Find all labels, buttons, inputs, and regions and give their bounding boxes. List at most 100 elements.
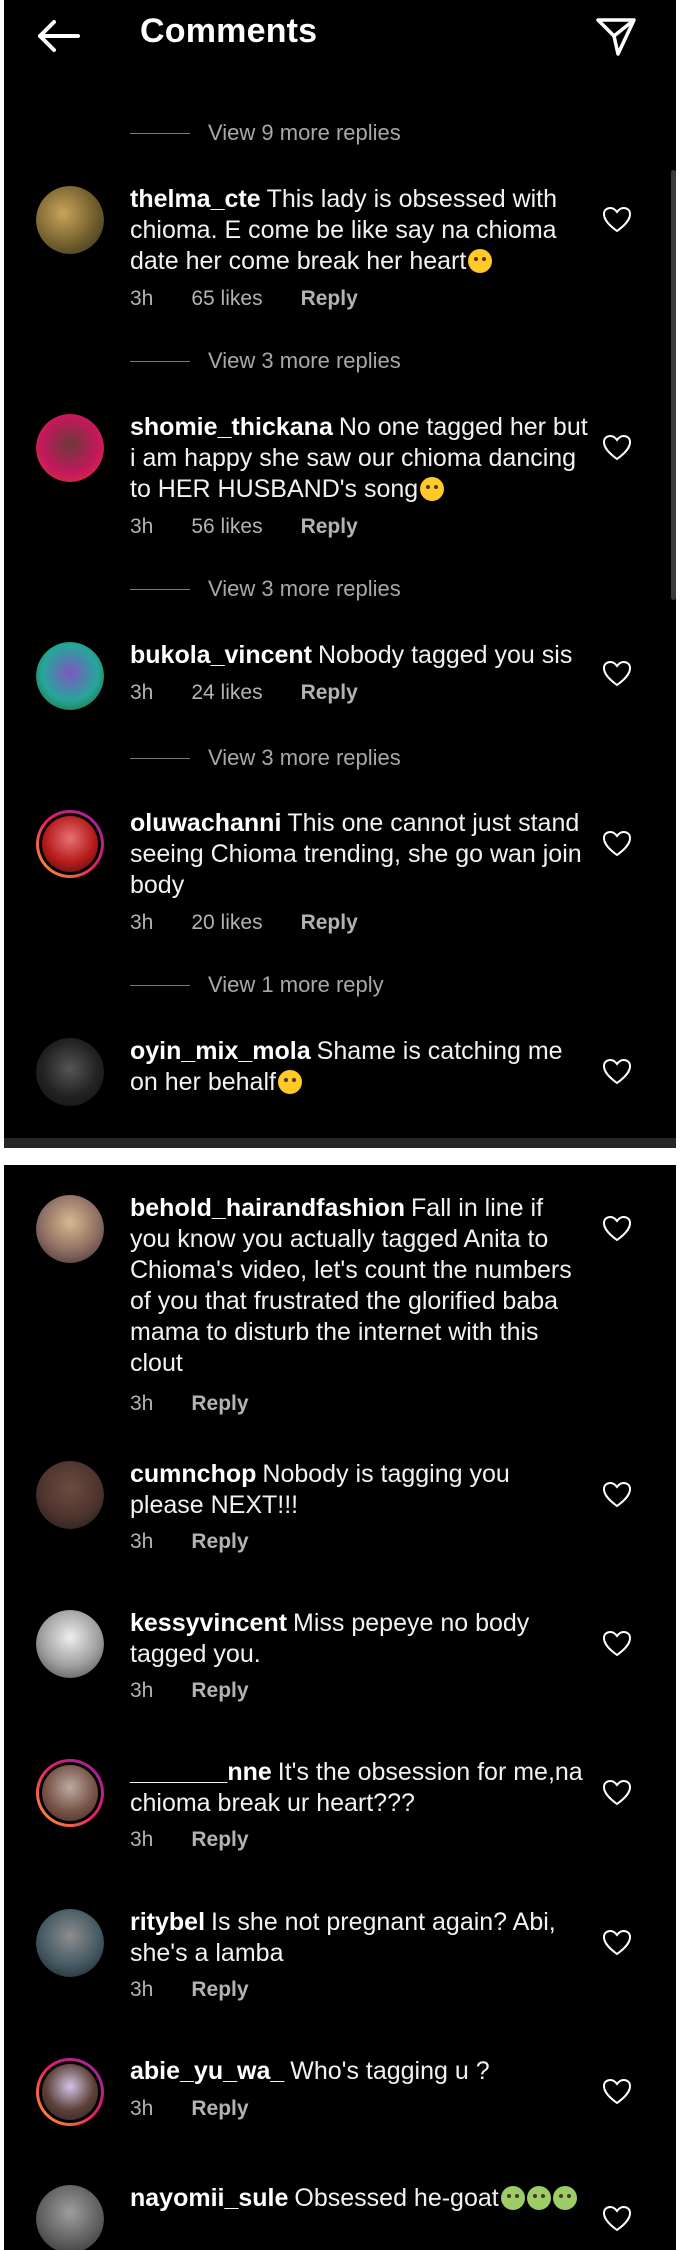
comment-meta: 3h Reply [130,1975,287,2005]
comment-meta: 3h 24 likes Reply [130,678,396,708]
comment-text: kessyvincent Miss pepeye no body tagged y… [130,1609,530,1668]
comment-text: nayomii_sule Obsessed he-goat [130,2183,590,2214]
heart-icon[interactable] [602,1058,632,1086]
timestamp: 3h [130,515,154,538]
likes-count[interactable]: 24 likes [191,681,262,705]
likes-count[interactable]: 56 likes [191,515,262,539]
comment-meta: 3h Reply [130,1527,287,1557]
username-link[interactable]: oluwachanni [130,809,281,837]
timestamp: 3h [130,1828,154,1851]
heart-icon[interactable] [602,2078,632,2106]
timestamp: 3h [130,911,154,934]
view-more-replies[interactable]: View 9 more replies [130,118,401,148]
comment-meta: 3h Reply [130,1389,287,1419]
divider [130,588,190,590]
reply-button[interactable]: Reply [191,1679,248,1703]
avatar[interactable] [36,1038,104,1106]
divider [130,757,190,759]
vomiting-emoji-icon [500,2186,525,2210]
heart-icon[interactable] [602,1779,632,1807]
view-more-replies[interactable]: View 3 more replies [130,574,401,604]
comment-meta: 3h Reply [130,1825,287,1855]
reply-button[interactable]: Reply [191,2097,248,2121]
comment-meta: 3h Reply [130,1676,287,1706]
avatar[interactable] [36,1610,104,1678]
comment-text: behold_hairandfashion Fall in line if you… [130,1194,572,1377]
timestamp: 3h [130,1392,154,1415]
divider [130,132,190,134]
laughing-emoji-icon [420,477,445,501]
heart-icon[interactable] [602,1215,632,1243]
username-link[interactable]: kessyvincent [130,1609,287,1637]
comment-meta: 3h Reply [130,2094,287,2124]
heart-icon[interactable] [602,1929,632,1957]
avatar[interactable] [36,1195,104,1263]
comment-meta: 3h 56 likes Reply [130,512,396,542]
heart-icon[interactable] [602,1630,632,1658]
avatar[interactable] [36,414,104,482]
timestamp: 3h [130,1530,154,1553]
nav-bar-strip [4,1138,676,1148]
avatar[interactable] [36,642,104,710]
timestamp: 3h [130,681,154,704]
username-link[interactable]: ritybel [130,1908,205,1936]
comment-text: _______nne It's the obsession for me,na c… [130,1758,583,1817]
username-link[interactable]: thelma_cte [130,185,261,213]
comment-text: thelma_cte This lady is obsessed with chi… [130,185,558,275]
comment-meta: 3h 20 likes Reply [130,908,396,938]
avatar[interactable] [36,2185,104,2250]
username-link[interactable]: bukola_vincent [130,641,312,669]
reply-button[interactable]: Reply [301,681,358,705]
crying-emoji-icon [277,1070,302,1094]
comment-text: shomie_thickana No one tagged her but i a… [130,413,588,503]
username-link[interactable]: oyin_mix_mola [130,1037,311,1065]
username-link[interactable]: behold_hairandfashion [130,1194,405,1222]
heart-icon[interactable] [602,2205,632,2233]
comment-text: oluwachanni This one cannot just stand se… [130,809,582,899]
heart-icon[interactable] [602,1481,632,1509]
comments-header: Comments [4,0,676,72]
reply-button[interactable]: Reply [191,1392,248,1416]
comment-text: oyin_mix_mola Shame is catching me on her… [130,1037,563,1096]
avatar[interactable] [36,1759,104,1827]
divider [130,984,190,986]
view-more-replies[interactable]: View 3 more replies [130,346,401,376]
username-link[interactable]: abie_yu_wa_ [130,2057,284,2085]
comment-text: abie_yu_wa_ Who's tagging u ? [130,2057,490,2085]
username-link[interactable]: cumnchop [130,1460,256,1488]
avatar[interactable] [36,1909,104,1977]
heart-icon[interactable] [602,830,632,858]
comment-text: ritybel Is she not pregnant again? Abi, s… [130,1908,556,1967]
view-more-replies[interactable]: View 3 more replies [130,743,401,773]
view-more-replies[interactable]: View 1 more reply [130,970,384,1000]
likes-count[interactable]: 65 likes [191,287,262,311]
username-link[interactable]: nayomii_sule [130,2184,288,2212]
avatar[interactable] [36,186,104,254]
username-link[interactable]: _______nne [130,1758,272,1786]
heart-icon[interactable] [602,206,632,234]
page-title: Comments [140,12,318,50]
comments-screen-bottom: behold_hairandfashion Fall in line if you… [4,1165,676,2250]
scrollbar[interactable] [671,170,676,600]
divider [130,360,190,362]
comment-text: cumnchop Nobody is tagging you please NEX… [130,1460,510,1519]
avatar[interactable] [36,1461,104,1529]
reply-button[interactable]: Reply [301,911,358,935]
username-link[interactable]: shomie_thickana [130,413,333,441]
reply-button[interactable]: Reply [191,1530,248,1554]
heart-icon[interactable] [602,660,632,688]
timestamp: 3h [130,1978,154,2001]
likes-count[interactable]: 20 likes [191,911,262,935]
comment-meta: 3h 65 likes Reply [130,284,396,314]
reply-button[interactable]: Reply [191,1828,248,1852]
back-arrow-icon[interactable] [34,18,82,54]
comment-text: bukola_vincent Nobody tagged you sis [130,641,573,669]
avatar[interactable] [36,2058,104,2126]
send-icon[interactable] [594,14,638,58]
timestamp: 3h [130,2097,154,2120]
heart-icon[interactable] [602,434,632,462]
reply-button[interactable]: Reply [301,515,358,539]
reply-button[interactable]: Reply [191,1978,248,2002]
avatar[interactable] [36,810,104,878]
reply-button[interactable]: Reply [301,287,358,311]
